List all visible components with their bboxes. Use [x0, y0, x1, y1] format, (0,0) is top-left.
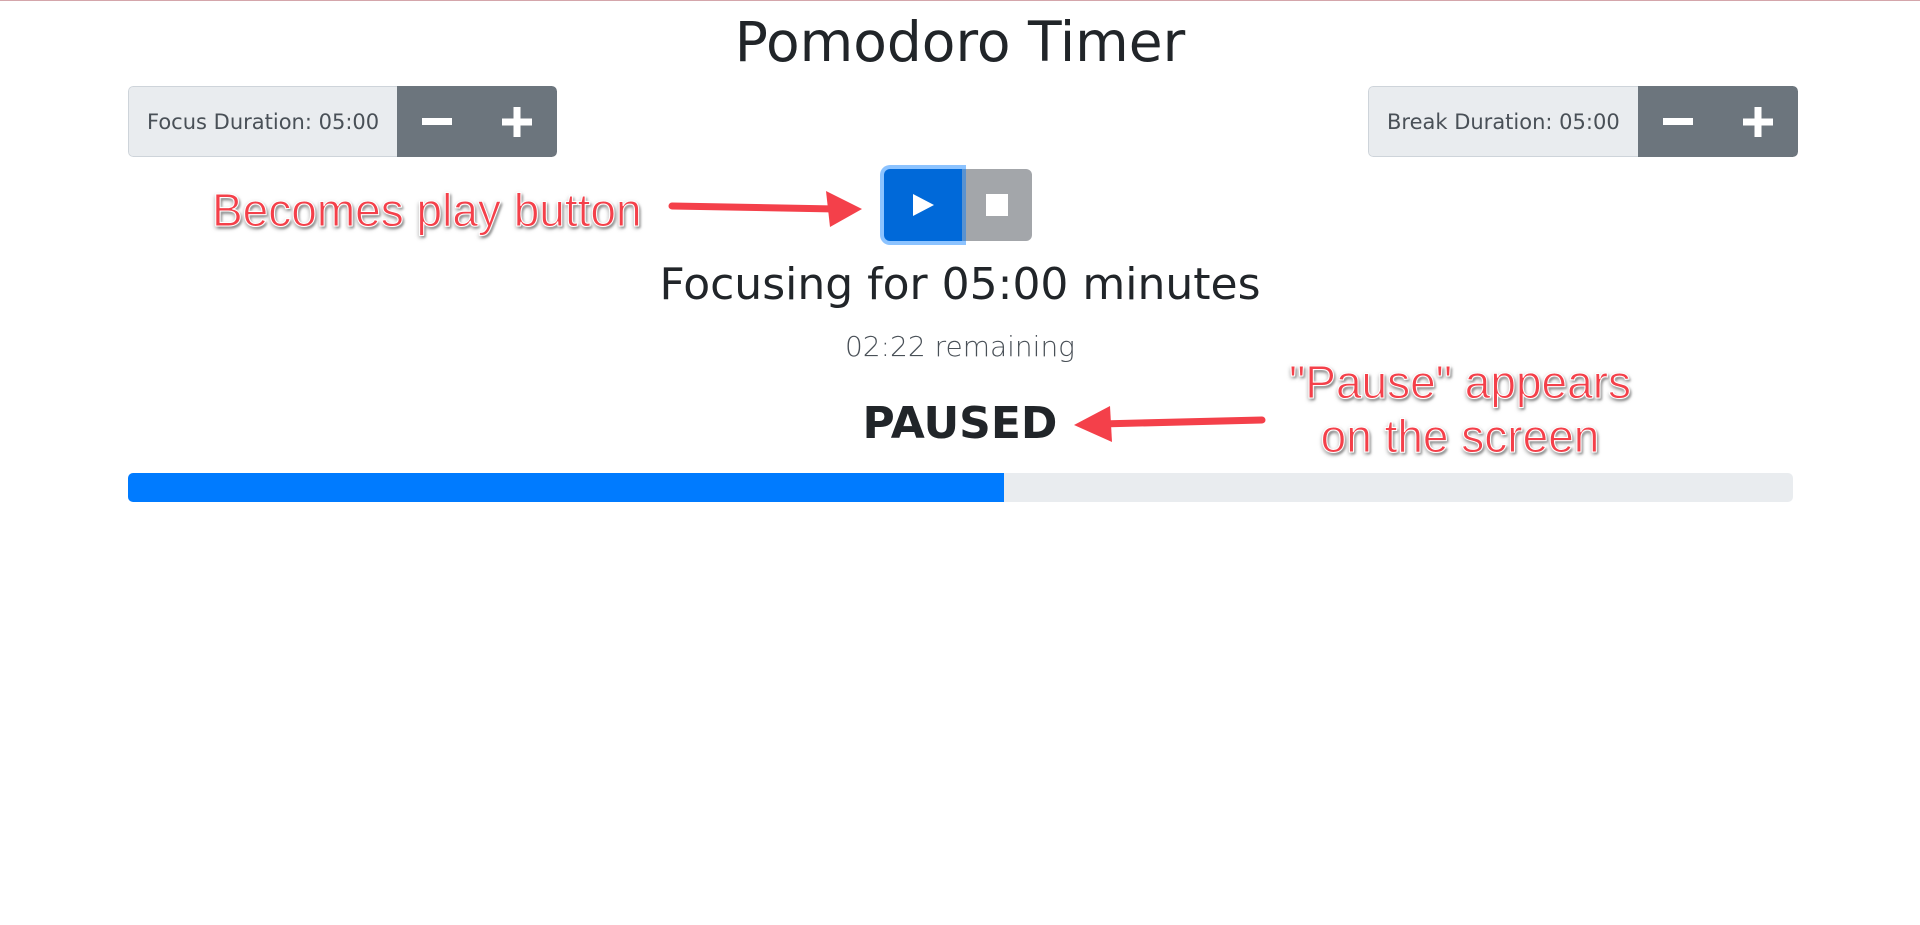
minus-icon: [1662, 117, 1693, 125]
break-duration-label: Break Duration: 05:00: [1368, 86, 1638, 157]
stop-icon: [986, 194, 1008, 216]
focus-increment-button[interactable]: [477, 86, 558, 157]
play-button[interactable]: [884, 169, 962, 241]
progress-fill: [128, 473, 1004, 502]
focus-status-heading: Focusing for 05:00 minutes: [659, 259, 1261, 310]
annotation-pause-line1: "Pause" appears: [1288, 356, 1632, 409]
plus-icon: [1742, 106, 1773, 137]
page: Pomodoro Timer Focus Duration: 05:00 Bre…: [0, 0, 1920, 925]
break-decrement-button[interactable]: [1637, 86, 1718, 157]
annotation-play-button: Becomes play button: [212, 184, 643, 237]
progress-bar: [128, 473, 1793, 502]
play-icon: [913, 194, 934, 216]
stop-button[interactable]: [962, 169, 1032, 241]
annotation-pause-line2: on the screen: [1320, 410, 1600, 463]
focus-duration-group: Focus Duration: 05:00: [128, 86, 558, 157]
focus-duration-label: Focus Duration: 05:00: [128, 86, 398, 157]
break-increment-button[interactable]: [1717, 86, 1798, 157]
focus-decrement-button[interactable]: [397, 86, 478, 157]
page-title: Pomodoro Timer: [734, 10, 1186, 74]
plus-icon: [502, 106, 533, 137]
timer-controls: [884, 169, 1032, 241]
break-duration-group: Break Duration: 05:00: [1368, 86, 1798, 157]
arrow-to-play-button: [668, 191, 862, 227]
annotation-pause: "Pause" appears on the screen: [1260, 355, 1660, 463]
minus-icon: [422, 117, 453, 125]
